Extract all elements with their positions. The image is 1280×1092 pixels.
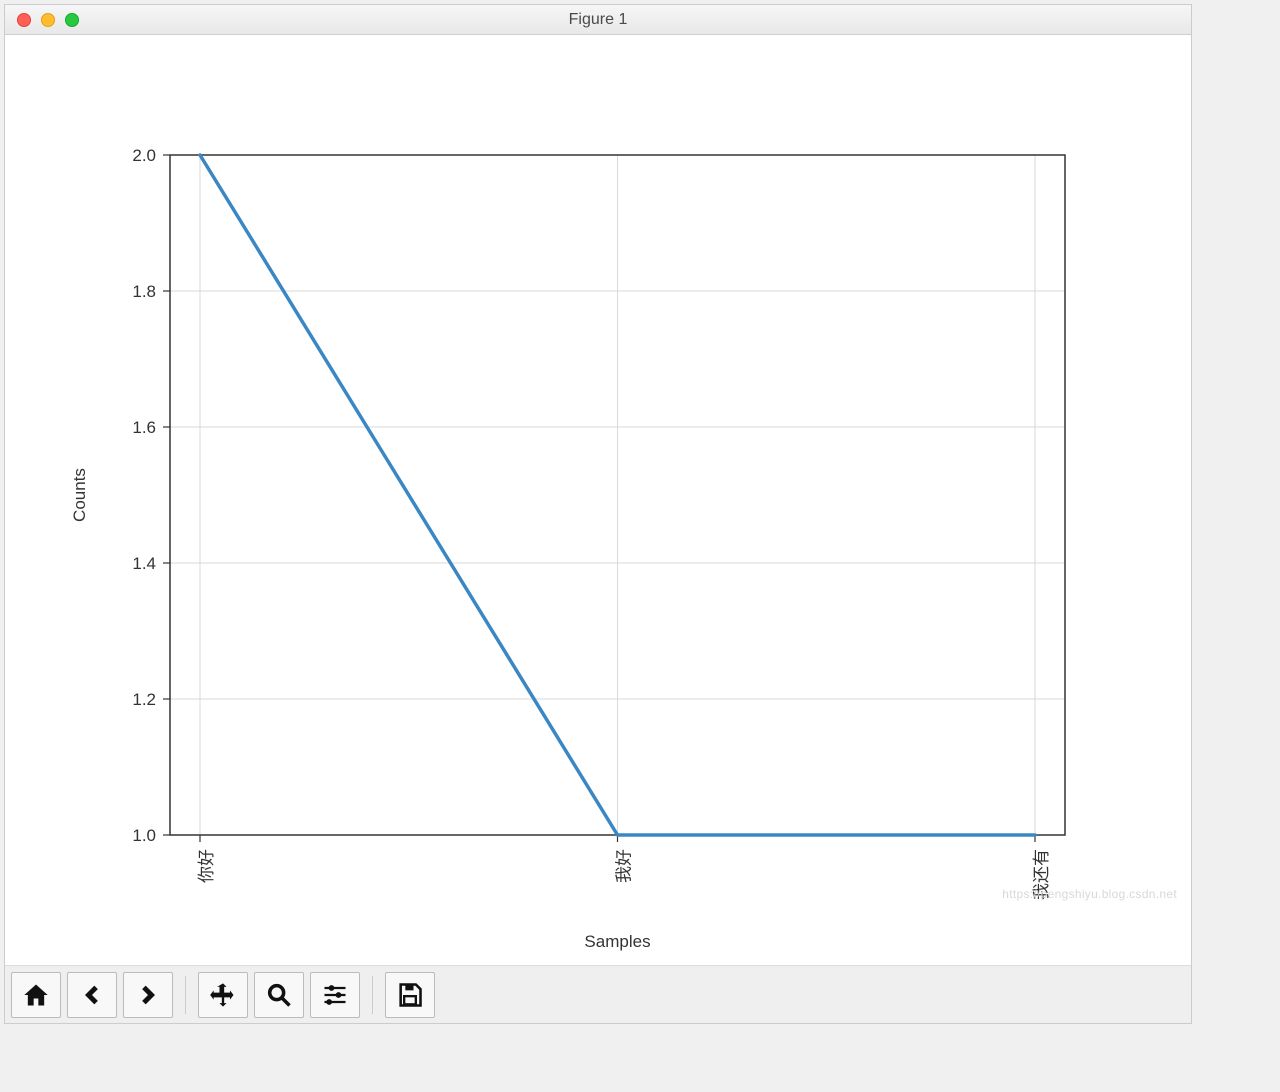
svg-text:你好: 你好: [197, 849, 216, 883]
sliders-icon: [321, 981, 349, 1009]
titlebar: Figure 1: [5, 5, 1191, 35]
svg-text:Samples: Samples: [584, 932, 650, 951]
maximize-icon[interactable]: [65, 13, 79, 27]
plot-area: 1.01.21.41.61.82.0你好我好我还有CountsSamples h…: [5, 35, 1191, 965]
arrow-right-icon: [134, 981, 162, 1009]
home-button[interactable]: [11, 972, 61, 1018]
svg-text:1.2: 1.2: [132, 690, 156, 709]
svg-text:1.0: 1.0: [132, 826, 156, 845]
svg-text:1.8: 1.8: [132, 282, 156, 301]
zoom-button[interactable]: [254, 972, 304, 1018]
configure-button[interactable]: [310, 972, 360, 1018]
close-icon[interactable]: [17, 13, 31, 27]
figure-window: Figure 1 1.01.21.41.61.82.0你好我好我还有Counts…: [4, 4, 1192, 1024]
save-button[interactable]: [385, 972, 435, 1018]
arrow-left-icon: [78, 981, 106, 1009]
back-button[interactable]: [67, 972, 117, 1018]
svg-text:我好: 我好: [614, 849, 633, 883]
home-icon: [22, 981, 50, 1009]
svg-text:1.4: 1.4: [132, 554, 156, 573]
traffic-lights: [5, 13, 79, 27]
zoom-icon: [265, 981, 293, 1009]
toolbar: [5, 965, 1191, 1023]
save-icon: [396, 981, 424, 1009]
svg-text:2.0: 2.0: [132, 146, 156, 165]
svg-text:Counts: Counts: [70, 468, 89, 522]
forward-button[interactable]: [123, 972, 173, 1018]
pan-button[interactable]: [198, 972, 248, 1018]
move-icon: [209, 981, 237, 1009]
chart-svg: 1.01.21.41.61.82.0你好我好我还有CountsSamples: [5, 35, 1191, 965]
svg-text:1.6: 1.6: [132, 418, 156, 437]
watermark: https://pengshiyu.blog.csdn.net: [1002, 887, 1177, 901]
window-title: Figure 1: [5, 11, 1191, 29]
minimize-icon[interactable]: [41, 13, 55, 27]
toolbar-separator: [185, 976, 186, 1014]
toolbar-separator: [372, 976, 373, 1014]
